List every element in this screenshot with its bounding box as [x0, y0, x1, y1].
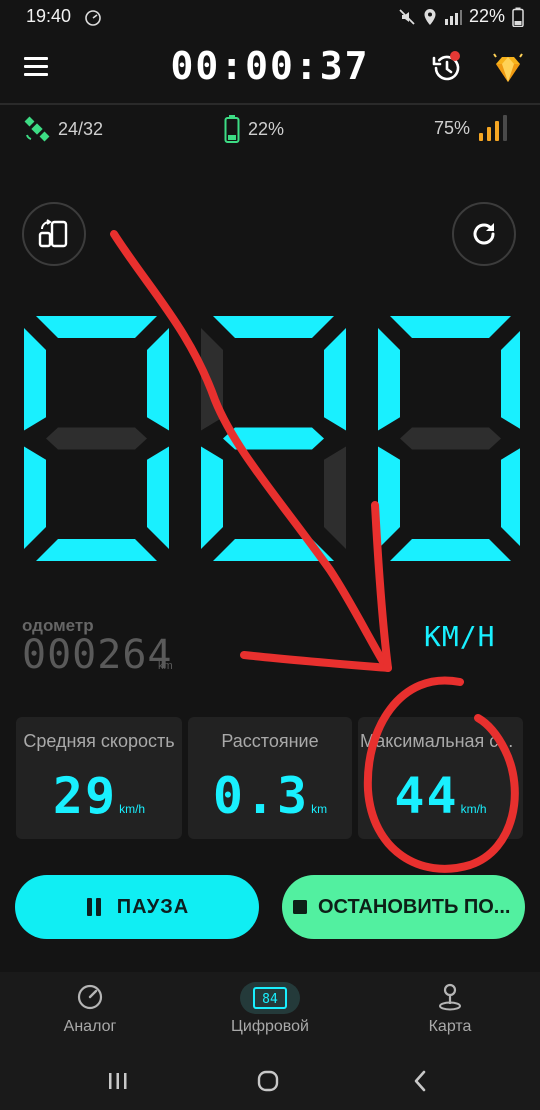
segment-d [390, 539, 511, 561]
speed-unit[interactable]: KM/H [424, 620, 495, 653]
distance-title: Расстояние [221, 731, 319, 751]
battery-level-icon [224, 115, 240, 143]
history-icon[interactable] [428, 50, 464, 86]
digital-speed-icon: 84 [253, 987, 287, 1009]
satellite-icon [24, 116, 50, 142]
distance-value: 0.3 [212, 767, 310, 825]
menu-icon[interactable] [22, 54, 52, 80]
speedometer-status-icon [85, 10, 101, 26]
avg-speed-value: 29 [52, 767, 118, 825]
rotate-screen-icon [38, 219, 68, 248]
mute-icon [399, 8, 415, 25]
recents-icon [109, 1073, 127, 1089]
segment-f [378, 328, 400, 431]
signal-percent: 75% [433, 117, 470, 138]
max-speed-title: Максимальная с... [360, 731, 514, 751]
segment-e [201, 446, 223, 549]
home-button[interactable] [248, 1066, 288, 1096]
recents-button[interactable] [98, 1066, 138, 1096]
reset-button[interactable] [452, 202, 516, 266]
segment-a [390, 316, 511, 338]
speedometer-icon [77, 984, 103, 1010]
distance-unit: km [311, 802, 328, 816]
segment-a [36, 316, 157, 338]
speed-digit-1 [201, 316, 346, 561]
avg-speed-unit: km/h [119, 802, 146, 816]
nav-active-indicator: 84 [240, 982, 300, 1014]
nav-digital-label: Цифровой [231, 1018, 309, 1035]
speed-display [24, 316, 520, 561]
segment-d [213, 539, 334, 561]
max-speed-card: Максимальная с... 44 km/h [358, 717, 523, 839]
nav-analog[interactable]: Аналог [0, 972, 180, 1052]
digital-badge-text: 84 [262, 992, 278, 1007]
segment-e [24, 446, 46, 549]
satellite-count: 24/32 [58, 118, 104, 139]
segment-c [501, 448, 520, 546]
segment-g [46, 427, 147, 450]
segment-f [201, 328, 223, 431]
status-time: 19:40 [26, 6, 72, 26]
signal-indicator: 75% [434, 114, 510, 142]
odometer-value: 000264 [22, 632, 173, 678]
segment-b [501, 331, 520, 429]
segment-a [213, 316, 334, 338]
segment-e [378, 446, 400, 549]
pause-button[interactable]: ПАУЗА [15, 875, 259, 939]
stop-label: ОСТАНОВИТЬ ПО... [318, 895, 511, 918]
trip-timer: 00:00:37 [170, 44, 370, 88]
refresh-icon [473, 223, 495, 245]
cell-signal-icon [444, 9, 462, 25]
segment-b [324, 328, 346, 431]
pause-icon [86, 898, 101, 916]
location-icon [424, 8, 436, 25]
segment-b [147, 328, 169, 431]
distance-card: Расстояние 0.3 km [188, 717, 352, 839]
premium-diamond-icon[interactable] [490, 52, 526, 86]
nav-map-label: Карта [428, 1018, 472, 1035]
nav-digital[interactable]: 84 Цифровой [180, 972, 360, 1052]
stop-button[interactable]: ОСТАНОВИТЬ ПО... [282, 875, 525, 939]
max-speed-unit: km/h [460, 802, 487, 816]
max-speed-value: 44 [394, 767, 459, 825]
pause-label: ПАУЗА [116, 895, 190, 918]
status-right: 22% [398, 6, 524, 27]
satellite-indicator: 24/32 [24, 116, 103, 142]
avg-speed-title: Средняя скорость [23, 731, 175, 751]
avg-speed-card: Средняя скорость 29 km/h [16, 717, 182, 839]
segment-g [223, 427, 324, 450]
segment-g [400, 427, 501, 450]
segment-d [36, 539, 157, 561]
header-divider [0, 103, 540, 105]
annotation-arrow-head-left [240, 651, 392, 672]
home-icon [257, 1070, 279, 1092]
stop-icon [293, 900, 307, 914]
segment-f [24, 328, 46, 431]
status-bar: 19:40 22% [0, 0, 540, 34]
map-pin-icon [439, 983, 461, 1011]
segment-c [324, 446, 346, 549]
status-battery-text: 22% [468, 6, 505, 26]
battery-icon [512, 7, 524, 27]
battery-percent: 22% [248, 118, 285, 139]
speed-digit-0 [24, 316, 169, 561]
speed-digit-2 [378, 316, 520, 561]
back-icon [414, 1070, 426, 1092]
nav-map[interactable]: Карта [360, 972, 540, 1052]
segment-c [147, 446, 169, 549]
bottom-nav: Аналог 84 Цифровой Карта [0, 972, 540, 1052]
battery-indicator: 22% [224, 114, 284, 144]
signal-bars-icon [479, 115, 507, 141]
rotate-screen-button[interactable] [22, 202, 86, 266]
system-nav-bar [0, 1052, 540, 1110]
back-button[interactable] [400, 1066, 440, 1096]
nav-analog-label: Аналог [63, 1018, 117, 1035]
odometer-unit: km [158, 660, 173, 672]
